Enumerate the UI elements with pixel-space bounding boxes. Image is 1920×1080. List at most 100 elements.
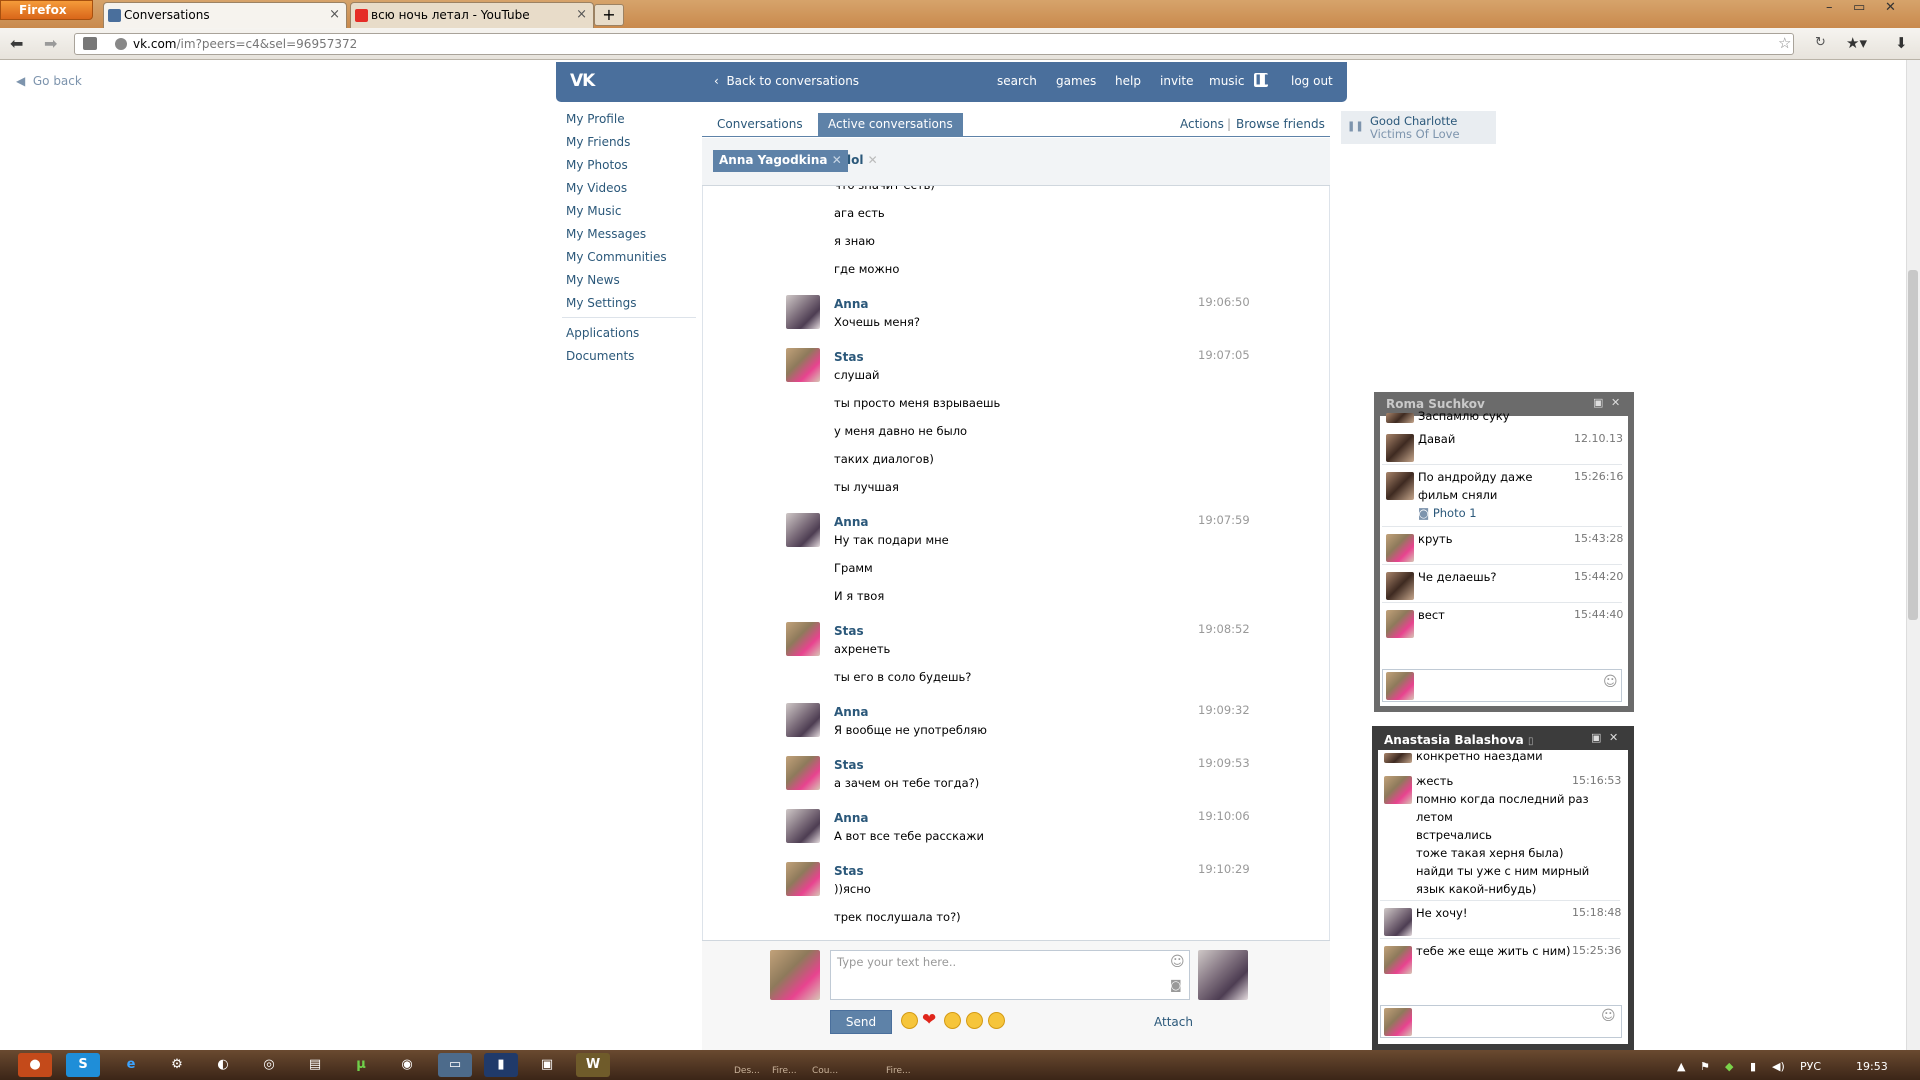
send-button[interactable]: Send — [830, 1010, 892, 1034]
peer-tab-lol[interactable]: lol ✕ — [841, 150, 884, 172]
maximize-icon[interactable]: ▭ — [1853, 0, 1865, 15]
minimize-chat-icon[interactable]: ▣ — [1591, 731, 1601, 744]
chat-attachment-link[interactable]: ◙ Photo 1 — [1418, 506, 1477, 520]
url-bar[interactable]: vk.com/im?peers=c4&sel=96957372 ☆ ↻ — [74, 33, 1826, 55]
tab-active-conversations[interactable]: Active conversations — [818, 113, 963, 137]
downloads-icon[interactable]: ⬇ — [1895, 34, 1908, 52]
close-tab-icon[interactable]: × — [329, 3, 340, 27]
menu-applications[interactable]: Applications — [566, 326, 639, 340]
chat-avatar[interactable] — [1384, 946, 1412, 974]
forward-arrow-icon[interactable]: ➡ — [44, 34, 57, 53]
message-avatar[interactable] — [786, 809, 820, 843]
my-avatar[interactable] — [770, 950, 820, 1000]
taskbar-label[interactable]: Fire... — [886, 1066, 911, 1076]
task-taskbar-icon[interactable]: ▮ — [484, 1053, 518, 1077]
bookmark-star-icon[interactable]: ☆ — [1778, 34, 1791, 52]
message-avatar[interactable] — [786, 348, 820, 382]
menu-my-messages[interactable]: My Messages — [566, 227, 646, 241]
menu-my-settings[interactable]: My Settings — [566, 296, 637, 310]
message-avatar[interactable] — [786, 703, 820, 737]
nav-invite[interactable]: invite — [1160, 74, 1193, 88]
taskbar-label[interactable]: Fire... — [772, 1066, 797, 1076]
pause-icon[interactable]: ❚❚ — [1254, 73, 1271, 87]
smile-icon[interactable]: ☺ — [1170, 954, 1185, 970]
keyboard-language[interactable]: РУС — [1800, 1060, 1821, 1073]
message-avatar[interactable] — [786, 622, 820, 656]
winamp-taskbar-icon[interactable]: W — [576, 1053, 610, 1077]
tray-signal-icon[interactable]: ▮ — [1750, 1060, 1756, 1073]
tray-network-icon[interactable]: ◆ — [1725, 1060, 1733, 1073]
message-author[interactable]: Anna — [834, 705, 868, 719]
tray-flag-icon[interactable]: ⚑ — [1700, 1060, 1710, 1073]
peer-tab-anna[interactable]: Anna Yagodkina ✕ — [713, 150, 848, 172]
close-window-icon[interactable]: ✕ — [1885, 0, 1896, 15]
menu-my-music[interactable]: My Music — [566, 204, 621, 218]
minimize-icon[interactable]: – — [1826, 0, 1833, 15]
emoji-smile-icon[interactable] — [944, 1012, 961, 1029]
menu-my-communities[interactable]: My Communities — [566, 250, 667, 264]
camera-icon[interactable]: ◙ — [1170, 978, 1182, 992]
chat-avatar[interactable] — [1384, 908, 1412, 936]
now-playing[interactable]: ❚❚ Good Charlotte Victims Of Love — [1341, 111, 1496, 144]
utorrent-taskbar-icon[interactable]: µ — [344, 1053, 378, 1077]
menu-my-photos[interactable]: My Photos — [566, 158, 628, 172]
close-chat-icon[interactable]: ✕ — [1611, 396, 1620, 409]
chat-roma-input[interactable] — [1382, 669, 1622, 702]
message-author[interactable]: Stas — [834, 864, 864, 878]
obs-taskbar-icon[interactable]: ◉ — [390, 1053, 424, 1077]
go-back-link[interactable]: ◀ Go back — [16, 74, 82, 88]
emoji-surprised-icon[interactable] — [966, 1012, 983, 1029]
new-tab-button[interactable]: + — [594, 4, 624, 26]
nav-search[interactable]: search — [997, 74, 1037, 88]
attach-link[interactable]: Attach — [1154, 1015, 1193, 1029]
actions-link[interactable]: Actions — [1180, 117, 1224, 131]
message-avatar[interactable] — [786, 862, 820, 896]
message-avatar[interactable] — [786, 756, 820, 790]
tab-conversations-page[interactable]: Conversations — [707, 113, 813, 137]
message-author[interactable]: Stas — [834, 624, 864, 638]
chat-avatar[interactable] — [1386, 610, 1414, 638]
smile-icon[interactable]: ☺ — [1601, 1008, 1616, 1024]
menu-my-friends[interactable]: My Friends — [566, 135, 630, 149]
peer-avatar[interactable] — [1198, 950, 1248, 1000]
firefox-taskbar-icon[interactable]: ● — [18, 1053, 52, 1077]
back-to-conversations-link[interactable]: ‹ Back to conversations — [714, 74, 859, 88]
message-input[interactable]: Type your text here.. ☺ ◙ — [830, 950, 1190, 1000]
steam-taskbar-icon[interactable]: ⚙ — [160, 1053, 194, 1077]
menu-my-news[interactable]: My News — [566, 273, 620, 287]
menu-documents[interactable]: Documents — [566, 349, 634, 363]
close-tab-icon[interactable]: × — [576, 3, 587, 27]
explorer-taskbar-icon[interactable]: ▣ — [530, 1053, 564, 1077]
tray-up-arrow-icon[interactable]: ▲ — [1677, 1060, 1685, 1073]
browse-friends-link[interactable]: Browse friends — [1236, 117, 1325, 131]
message-author[interactable]: Anna — [834, 297, 868, 311]
chat-avatar[interactable] — [1386, 472, 1414, 500]
chat-window-title[interactable]: Anastasia Balashova ▯ — [1384, 733, 1533, 747]
nav-games[interactable]: games — [1056, 74, 1096, 88]
chat-avatar[interactable] — [1386, 534, 1414, 562]
taskbar-clock[interactable]: 19:53 — [1856, 1060, 1888, 1073]
back-arrow-icon[interactable]: ⬅ — [10, 34, 23, 53]
nav-logout[interactable]: log out — [1291, 74, 1333, 88]
tab-conversations[interactable]: Conversations × — [103, 2, 347, 28]
emoji-wink-icon[interactable] — [901, 1012, 918, 1029]
page-info-icon[interactable] — [83, 37, 97, 50]
chat-avatar[interactable] — [1386, 434, 1414, 462]
vk-logo-icon[interactable]: VK — [570, 71, 604, 91]
taskbar-label[interactable]: Cou... — [812, 1066, 838, 1076]
taskbar-label[interactable]: Des... — [734, 1066, 760, 1076]
close-peer-icon[interactable]: ✕ — [868, 153, 878, 167]
skype-taskbar-icon[interactable]: S — [66, 1053, 100, 1077]
tray-volume-icon[interactable]: ◀) — [1772, 1060, 1785, 1073]
chat-history-panel[interactable] — [702, 138, 1330, 1050]
bookmarks-icon[interactable]: ★▾ — [1846, 34, 1867, 52]
pause-icon[interactable]: ❚❚ — [1347, 121, 1364, 133]
ie-taskbar-icon[interactable]: e — [114, 1053, 148, 1077]
nav-help[interactable]: help — [1115, 74, 1141, 88]
notepad-taskbar-icon[interactable]: ▤ — [298, 1053, 332, 1077]
message-author[interactable]: Stas — [834, 758, 864, 772]
app2-taskbar-icon[interactable]: ◎ — [252, 1053, 286, 1077]
tab-youtube[interactable]: всю ночь летал - YouTube × — [350, 2, 594, 28]
window-taskbar-icon[interactable]: ▭ — [438, 1053, 472, 1077]
smile-icon[interactable]: ☺ — [1603, 674, 1618, 690]
